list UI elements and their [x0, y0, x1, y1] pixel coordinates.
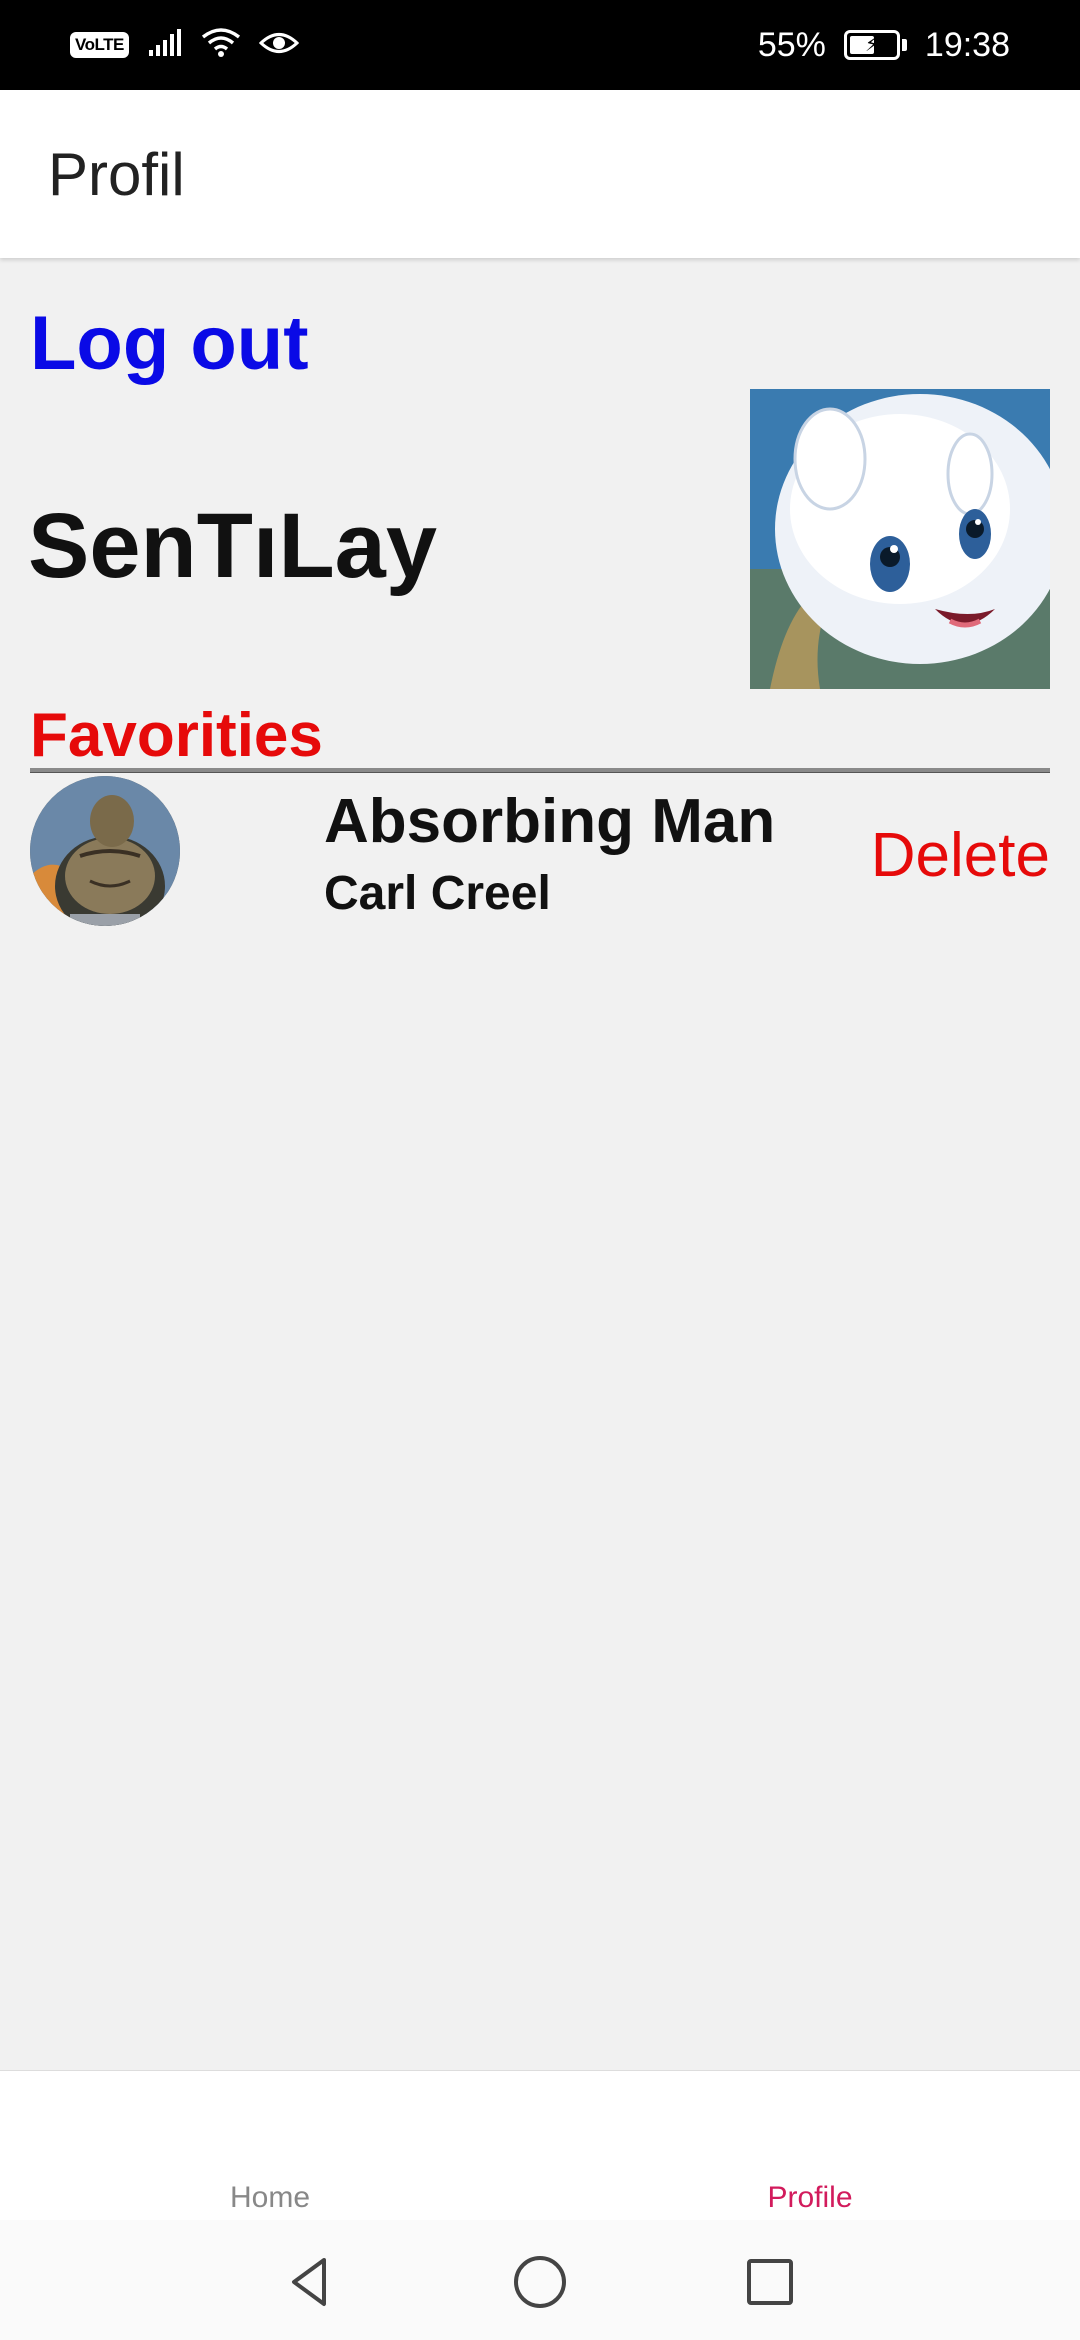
page-title: Profil [48, 140, 185, 208]
signal-icon [147, 28, 183, 63]
battery-percent: 55% [757, 25, 826, 64]
recents-square-icon[interactable] [740, 2252, 800, 2312]
battery-icon: ⚡ [843, 30, 907, 60]
system-nav-bar [0, 2220, 1080, 2340]
favorite-item: Absorbing Man Carl Creel Delete [0, 776, 1080, 936]
bottom-nav: Home Profile [0, 2070, 1080, 2220]
clock: 19:38 [924, 25, 1010, 64]
favorites-title: Favorities [30, 701, 323, 770]
eye-icon [258, 28, 299, 63]
nav-item-profile[interactable]: Profile [767, 2181, 852, 2215]
hero-real-name: Carl Creel [324, 867, 551, 920]
nav-item-home[interactable]: Home [230, 2181, 310, 2215]
username: SenTıLay [28, 495, 438, 597]
wifi-icon [201, 27, 241, 64]
profile-avatar [750, 389, 1050, 689]
status-right: 55% ⚡ 19:38 [758, 26, 1010, 65]
hero-thumbnail [30, 776, 180, 926]
back-triangle-icon[interactable] [280, 2252, 340, 2312]
volte-icon: VoLTE [70, 32, 129, 58]
app-bar: Profil [0, 90, 1080, 258]
status-left: VoLTE [70, 27, 299, 64]
logout-link[interactable]: Log out [30, 300, 309, 387]
delete-button[interactable]: Delete [871, 820, 1050, 891]
status-bar: VoLTE 55% ⚡ 19:38 [0, 0, 1080, 90]
hero-name: Absorbing Man [324, 787, 776, 856]
favorites-divider [30, 768, 1050, 773]
profile-screen: VoLTE 55% ⚡ 19:38 Profil Log out SenTıLa… [0, 0, 1080, 2340]
home-circle-icon[interactable] [510, 2252, 570, 2312]
